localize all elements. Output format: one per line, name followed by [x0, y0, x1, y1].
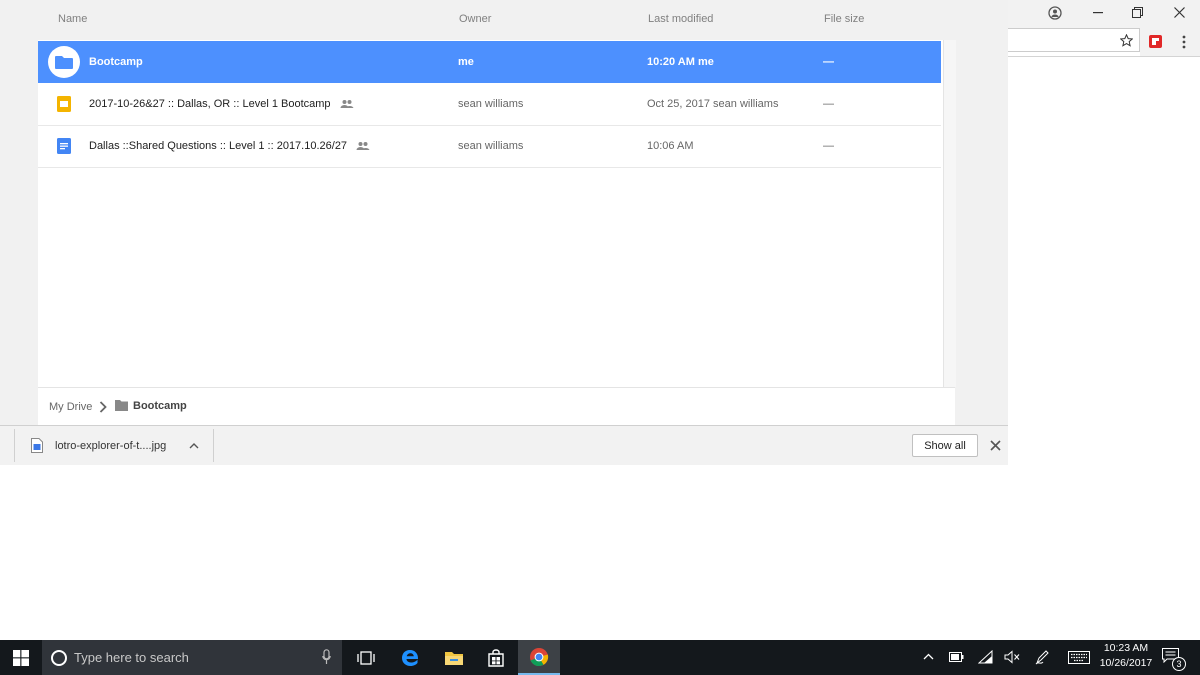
column-header-name[interactable]: Name	[58, 13, 87, 25]
column-header-file-size[interactable]: File size	[824, 13, 864, 25]
task-view-button[interactable]	[345, 640, 387, 675]
chevron-up-icon[interactable]	[189, 442, 199, 449]
column-header-owner[interactable]: Owner	[459, 13, 491, 25]
google-slides-icon	[57, 96, 71, 112]
browser-toolbar-right	[1140, 28, 1200, 56]
file-name-wrapper: 2017-10-26&27 :: Dallas, OR :: Level 1 B…	[89, 98, 354, 110]
touch-keyboard-icon[interactable]	[1068, 651, 1090, 664]
start-button[interactable]	[0, 640, 42, 675]
image-file-icon	[31, 438, 43, 453]
file-last-modified: 10:06 AM	[647, 140, 694, 152]
breadcrumb-my-drive[interactable]: My Drive	[49, 401, 92, 413]
file-list: Bootcamp me 10:20 AM me — 2017-10-26&27 …	[38, 40, 943, 387]
minimize-icon[interactable]	[1093, 12, 1103, 14]
file-owner: sean williams	[458, 140, 524, 152]
store-bag-icon	[488, 648, 504, 667]
wifi-icon[interactable]	[978, 650, 993, 664]
search-placeholder: Type here to search	[74, 650, 189, 665]
google-docs-icon	[57, 138, 71, 154]
clock[interactable]: 10:23 AM 10/26/2017	[1095, 642, 1157, 669]
volume-muted-icon[interactable]	[1004, 650, 1020, 664]
profile-icon[interactable]	[1048, 6, 1062, 20]
windows-taskbar: Type here to search 10:23 AM 10/26/2017 …	[0, 640, 1200, 675]
download-file-name: lotro-explorer-of-t....jpg	[55, 440, 167, 452]
flipboard-extension-icon[interactable]	[1149, 35, 1162, 48]
show-hidden-icons-chevron-icon[interactable]	[923, 653, 934, 660]
battery-icon[interactable]	[949, 652, 964, 662]
clock-date: 10/26/2017	[1099, 657, 1153, 669]
file-name: 2017-10-26&27 :: Dallas, OR :: Level 1 B…	[89, 98, 331, 110]
file-size: —	[823, 98, 834, 110]
file-picker-dialog: Name Owner Last modified File size Bootc…	[0, 0, 1008, 426]
file-name: Bootcamp	[89, 56, 143, 68]
edge-browser-icon	[402, 649, 419, 666]
pen-workspace-icon[interactable]	[1035, 649, 1050, 665]
file-last-modified: 10:20 AM me	[647, 56, 714, 68]
file-owner: sean williams	[458, 98, 524, 110]
file-row-slides[interactable]: 2017-10-26&27 :: Dallas, OR :: Level 1 B…	[38, 83, 941, 126]
file-name: Dallas ::Shared Questions :: Level 1 :: …	[89, 140, 348, 152]
action-center-button[interactable]: 3	[1162, 648, 1186, 671]
cortana-circle-icon	[51, 650, 67, 666]
file-explorer-icon	[445, 651, 463, 665]
windows-logo-icon	[13, 649, 29, 666]
column-header-row: Name Owner Last modified File size	[0, 0, 1008, 40]
folder-icon-badge	[48, 46, 80, 78]
microphone-icon[interactable]	[322, 649, 331, 665]
chrome-taskbar-button[interactable]	[518, 640, 560, 675]
file-list-scrollbar[interactable]	[943, 40, 956, 387]
edge-taskbar-button[interactable]	[389, 640, 431, 675]
address-bar[interactable]	[1008, 28, 1140, 52]
file-size: —	[823, 56, 834, 68]
chevron-right-icon	[99, 401, 107, 413]
shared-people-icon	[356, 142, 370, 151]
file-name-wrapper: Dallas ::Shared Questions :: Level 1 :: …	[89, 140, 370, 152]
file-row-bootcamp-folder[interactable]: Bootcamp me 10:20 AM me —	[38, 41, 941, 83]
downloads-bar: lotro-explorer-of-t....jpg Show all	[0, 425, 1008, 465]
browser-page-area	[1008, 56, 1200, 427]
shared-people-icon	[340, 100, 354, 109]
close-downloads-icon[interactable]	[990, 440, 1001, 451]
show-all-button[interactable]: Show all	[912, 434, 978, 457]
breadcrumb: My Drive Bootcamp	[38, 387, 955, 426]
file-row-docs[interactable]: Dallas ::Shared Questions :: Level 1 :: …	[38, 125, 941, 168]
clock-time: 10:23 AM	[1103, 642, 1149, 654]
file-last-modified: Oct 25, 2017 sean williams	[647, 98, 779, 110]
more-options-icon[interactable]	[1182, 35, 1186, 49]
restore-icon[interactable]	[1132, 7, 1143, 18]
chrome-browser-icon	[530, 647, 549, 666]
close-window-icon[interactable]	[1174, 7, 1185, 18]
store-taskbar-button[interactable]	[475, 640, 517, 675]
folder-icon	[55, 56, 73, 69]
folder-icon	[115, 400, 128, 411]
file-size: —	[823, 140, 834, 152]
breadcrumb-current-folder: Bootcamp	[133, 400, 187, 412]
file-explorer-taskbar-button[interactable]	[433, 640, 475, 675]
file-owner: me	[458, 56, 474, 68]
notification-count-badge: 3	[1172, 657, 1186, 671]
column-header-last-modified[interactable]: Last modified	[648, 13, 713, 25]
taskbar-search-box[interactable]: Type here to search	[42, 640, 342, 675]
bookmark-star-icon[interactable]	[1120, 34, 1133, 47]
download-item[interactable]: lotro-explorer-of-t....jpg	[14, 429, 214, 462]
browser-title-bar	[1008, 0, 1200, 28]
task-view-icon	[357, 650, 375, 665]
